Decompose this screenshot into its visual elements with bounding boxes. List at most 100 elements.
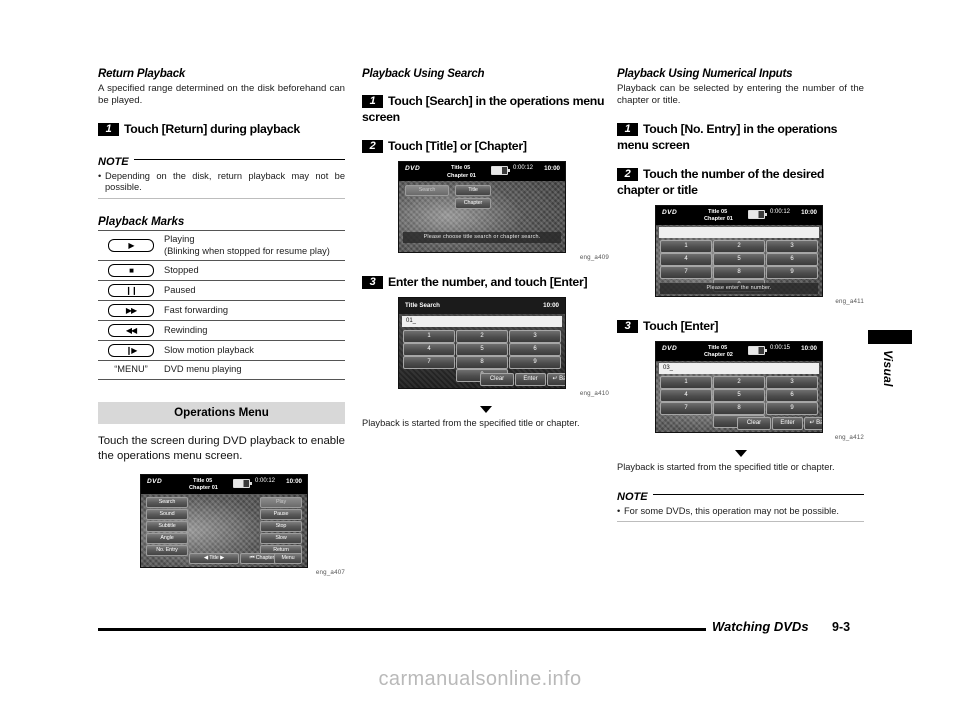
back-button[interactable]: ↵ Back	[547, 373, 565, 386]
key-9[interactable]: 9	[766, 265, 818, 279]
title-label: Title 05	[708, 208, 728, 215]
table-row: ▶▶ Fast forwarding	[98, 300, 345, 321]
enter-button[interactable]: Enter	[772, 416, 803, 430]
dvd-enter-screen[interactable]: DVD Title 05 Chapter 02 0:00:15 10:00 03…	[655, 340, 823, 433]
mark-desc-cell: Stopped	[164, 260, 345, 281]
step-number: 1	[362, 95, 383, 108]
pause-button[interactable]: Pause	[260, 508, 302, 520]
title-search-screen[interactable]: Title Search 10:00 01_ 1 2 3 4 5 6 7 8 9…	[398, 297, 566, 389]
note-bottom-rule	[617, 521, 864, 523]
note-label: NOTE	[617, 490, 648, 503]
key-3[interactable]: 3	[766, 239, 818, 253]
rewind-icon: ◀◀	[108, 324, 154, 337]
key-5[interactable]: 5	[456, 343, 508, 356]
key-8[interactable]: 8	[713, 401, 765, 415]
dvd-operations-screen[interactable]: DVD Title 05 Chapter 01 0:00:12 10:00 Se…	[140, 473, 308, 568]
clock: 10:00	[801, 208, 817, 216]
chapter-button[interactable]: Chapter	[455, 198, 491, 209]
key-9[interactable]: 9	[766, 401, 818, 415]
angle-button[interactable]: Angle	[146, 532, 188, 544]
section-operations-menu: Operations Menu Touch the screen during …	[98, 401, 345, 576]
clock: 10:00	[801, 344, 817, 352]
mark-desc-cell: Playing (Blinking when stopped for resum…	[164, 230, 345, 261]
screen-header: DVD Title 05 Chapter 02 0:00:15 10:00	[656, 341, 822, 361]
key-7[interactable]: 7	[660, 401, 712, 415]
mark-icon-cell: ◀◀	[98, 320, 164, 341]
slow-motion-icon: ❙▶	[108, 344, 154, 357]
subtitle-button[interactable]: Subtitle	[146, 520, 188, 532]
chapter-label: Chapter 02	[704, 352, 733, 359]
note-divider	[652, 494, 864, 496]
elapsed-time: 0:00:15	[770, 344, 791, 351]
battery-icon	[491, 166, 510, 175]
key-7[interactable]: 7	[660, 265, 712, 279]
section-body: A specified range determined on the disk…	[98, 83, 345, 107]
keypad-header: Title Search 10:00	[399, 298, 565, 314]
sound-button[interactable]: Sound	[146, 508, 188, 520]
back-button[interactable]: ↵ Back	[804, 416, 822, 430]
key-1[interactable]: 1	[660, 375, 712, 389]
number-input-field[interactable]: 01_	[402, 316, 562, 327]
step-search-1: 1 Touch [Search] in the operations menu s…	[362, 93, 609, 125]
key-2[interactable]: 2	[456, 330, 508, 343]
mark-icon-cell: ❙❙	[98, 280, 164, 301]
dvd-search-screen[interactable]: DVD Title 05 Chapter 01 0:00:12 10:00 Se…	[398, 161, 566, 253]
key-4[interactable]: 4	[660, 252, 712, 266]
title-seek-button[interactable]: ◀ Title ▶	[189, 552, 239, 564]
step-text: Touch [Search] in the operations menu sc…	[362, 94, 605, 124]
key-3[interactable]: 3	[766, 375, 818, 389]
footer-page-number: 9-3	[832, 620, 851, 634]
key-3[interactable]: 3	[509, 330, 561, 343]
key-2[interactable]: 2	[713, 239, 765, 253]
mark-desc-cell: Paused	[164, 280, 345, 301]
key-6[interactable]: 6	[766, 388, 818, 402]
key-2[interactable]: 2	[713, 375, 765, 389]
stop-glyph: ■	[129, 265, 134, 275]
no-entry-button[interactable]: No. Entry	[146, 544, 188, 556]
slow-button[interactable]: Slow	[260, 532, 302, 544]
title-button[interactable]: Title	[455, 185, 491, 196]
side-tab-label: Visual	[881, 350, 895, 387]
key-4[interactable]: 4	[403, 343, 455, 356]
menu-button[interactable]: Menu	[274, 552, 302, 564]
key-4[interactable]: 4	[660, 388, 712, 402]
step-text: Touch [No. Entry] in the operations menu…	[617, 121, 838, 152]
key-8[interactable]: 8	[713, 265, 765, 279]
key-1[interactable]: 1	[403, 330, 455, 343]
key-1[interactable]: 1	[660, 239, 712, 253]
key-7[interactable]: 7	[403, 356, 455, 369]
play-button[interactable]: Play	[260, 496, 302, 508]
number-input-field[interactable]: 03_	[659, 362, 819, 374]
key-5[interactable]: 5	[713, 252, 765, 266]
enter-button[interactable]: Enter	[515, 373, 546, 386]
key-9[interactable]: 9	[509, 356, 561, 369]
dvd-numpad-screen[interactable]: DVD Title 05 Chapter 01 0:00:12 10:00 1 …	[655, 204, 823, 297]
key-8[interactable]: 8	[456, 356, 508, 369]
stop-button[interactable]: Stop	[260, 520, 302, 532]
title-label: Title 05	[708, 344, 728, 351]
clock: 10:00	[286, 477, 302, 485]
step-search-2: 2 Touch [Title] or [Chapter]	[362, 138, 609, 154]
footer-rule	[98, 628, 706, 631]
clear-button[interactable]: Clear	[737, 416, 771, 430]
mark-desc-cell: Fast forwarding	[164, 300, 345, 321]
mark-icon-cell: ■	[98, 260, 164, 281]
search-button[interactable]: Search	[405, 185, 449, 196]
note-heading-row: NOTE	[617, 481, 864, 503]
mark-icon-cell: ❙▶	[98, 340, 164, 361]
step-text: Touch [Title] or [Chapter]	[388, 139, 527, 153]
step-number: 2	[617, 167, 638, 181]
number-input-field[interactable]	[659, 226, 819, 238]
key-6[interactable]: 6	[766, 252, 818, 266]
battery-icon	[748, 209, 767, 219]
search-message: Please choose title search or chapter se…	[403, 232, 561, 243]
clear-button[interactable]: Clear	[480, 373, 514, 386]
key-5[interactable]: 5	[713, 388, 765, 402]
manual-page: Return Playback A specified range determ…	[0, 0, 960, 708]
key-6[interactable]: 6	[509, 343, 561, 356]
search-button[interactable]: Search	[146, 496, 188, 508]
note-divider	[133, 159, 345, 161]
menu-label-cell: “MENU”	[98, 360, 164, 380]
pause-icon: ❙❙	[108, 284, 154, 297]
keypad-title: Title Search	[405, 302, 440, 309]
